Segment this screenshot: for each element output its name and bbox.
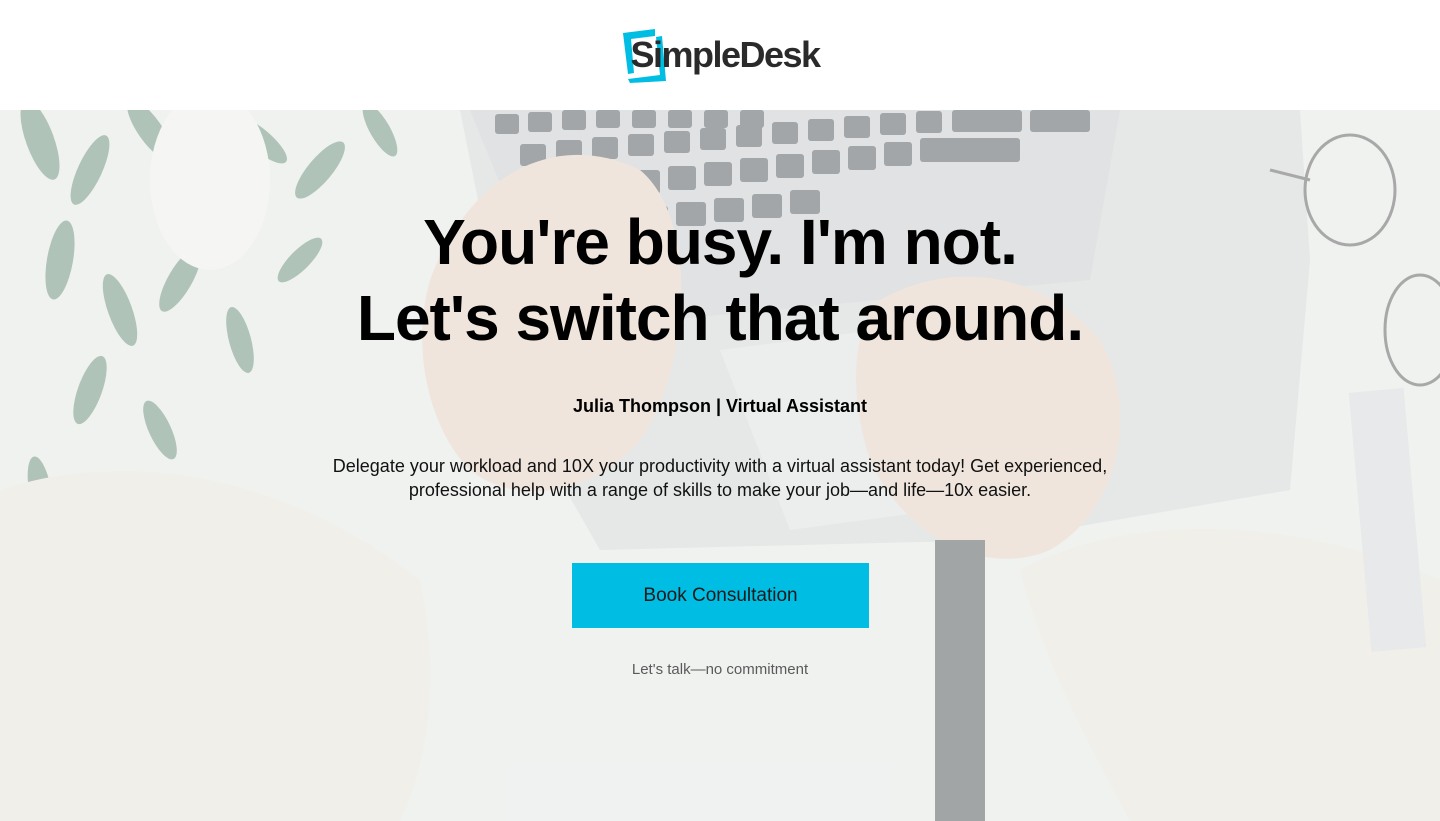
cta-note: Let's talk—no commitment xyxy=(631,661,809,678)
headline-line-2: Let's switch that around. xyxy=(356,282,1084,354)
logo[interactable]: SimpleDesk xyxy=(620,27,821,83)
hero-description: Delegate your workload and 10X your prod… xyxy=(332,456,1108,500)
byline: Julia Thompson | Virtual Assistant xyxy=(572,396,868,416)
hero-headline: You're busy. I'm not. Let's switch that … xyxy=(0,204,1440,356)
site-header: SimpleDesk xyxy=(0,0,1440,110)
hero-content: You're busy. I'm not. Let's switch that … xyxy=(0,110,1440,821)
logo-text: SimpleDesk xyxy=(630,34,821,75)
book-consultation-button[interactable]: Book Consultation xyxy=(572,563,869,628)
hero-section: You're busy. I'm not. Let's switch that … xyxy=(0,110,1440,821)
headline-line-1: You're busy. I'm not. xyxy=(423,206,1018,278)
